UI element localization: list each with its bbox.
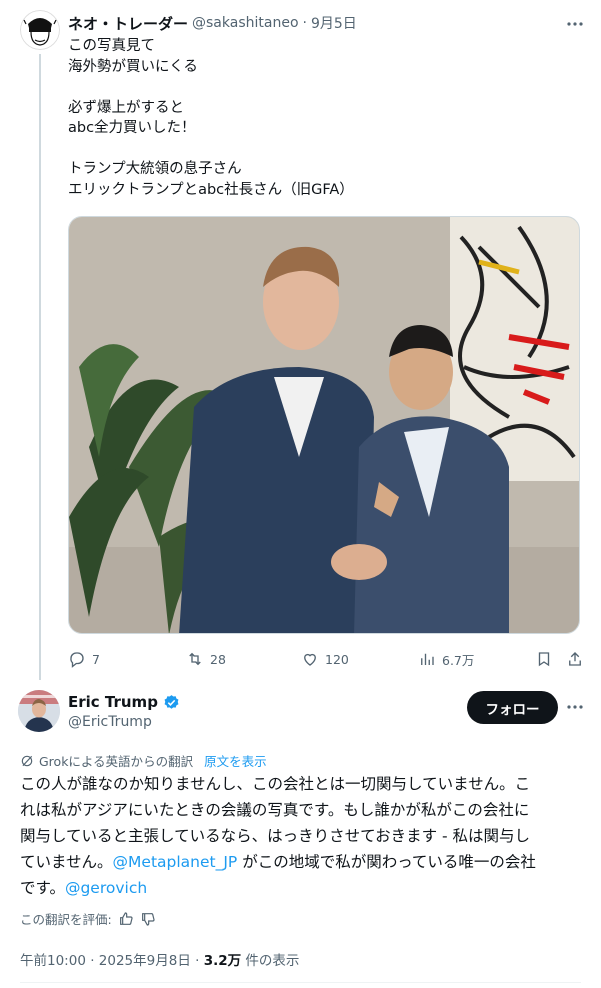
first-tweet-handle[interactable]: @sakashitaneo [192,15,299,31]
first-tweet-text: この写真見て 海外勢が買いにくる 必ず爆上がすると abc全力買いした！ トラン… [68,36,578,200]
views-icon [421,653,434,665]
first-tweet-date[interactable]: 9月5日 [311,13,357,33]
body-text: 関与していると主張しているなら、はっきりさせておきます - 私は関与し [20,827,531,845]
second-tweet-text: この人が誰なのか知りませんし、この会社とは一切関与していません。こ れは私がアジア… [20,771,588,901]
body-text: がこの地域で私が関わっている唯一の会社 [237,853,536,871]
reply-icon [70,652,84,668]
rate-translation-row: この翻訳を評価: [20,909,156,928]
like-icon [304,653,316,666]
second-tweet-handle[interactable]: @EricTrump [68,714,152,730]
neo-trader-avatar[interactable] [20,10,60,50]
share-icon [569,652,581,666]
first-tweet-blank-line [68,139,578,160]
reply-button[interactable]: 7 [68,647,100,671]
first-tweet-separator: · [302,15,307,31]
thread-connector-line [39,54,41,680]
follow-button[interactable]: フォロー [467,691,558,724]
first-tweet: ネオ・トレーダー @sakashitaneo · 9月5日 この写真見て 海外勢… [0,0,601,680]
rate-translation-label: この翻訳を評価: [20,912,112,927]
bookmark-icon [538,652,550,667]
views-count: 6.7万 [442,652,475,668]
first-tweet-line: 必ず爆上がすると [68,99,184,116]
show-original-link[interactable]: 原文を表示 [204,751,267,770]
first-tweet-line: トランプ大統領の息子さん [68,161,242,177]
tweet-photo[interactable] [68,216,580,634]
second-tweet-line: ていません。@Metaplanet_JP がこの地域で私が関わっている唯一の会社 [20,849,588,875]
body-text: ていません。 [20,853,113,871]
first-tweet-line: エリックトランプとabc社長さん（旧GFA） [68,181,354,198]
second-tweet-line: れは私がアジアにいたときの会議の写真です。もし誰かが私がこの会社に [20,797,588,823]
first-tweet-actions: 7 28 120 6.7万 [68,647,588,671]
reply-count: 7 [92,651,100,667]
timestamp-row: 午前10:00 · 2025年9月8日 · 3.2万 件の表示 [20,949,299,969]
first-tweet-header: ネオ・トレーダー @sakashitaneo · 9月5日 [68,13,357,33]
mention-link[interactable]: @Metaplanet_JP [113,853,238,871]
second-tweet-display-name[interactable]: Eric Trump [68,693,158,711]
thumbs-up-icon[interactable] [118,911,134,927]
translation-notice: Grokによる英語からの翻訳 原文を表示 [20,751,267,770]
bookmark-button[interactable] [535,647,553,671]
first-tweet-line: この写真見て [68,38,155,54]
share-button[interactable] [566,647,584,671]
first-tweet-blank-line [68,77,578,98]
thumbs-down-icon[interactable] [140,911,156,927]
second-tweet-line: 関与していると主張しているなら、はっきりさせておきます - 私は関与し [20,823,588,849]
views-button[interactable]: 6.7万 [418,647,474,671]
like-count: 120 [325,651,349,667]
eric-trump-name-row: Eric Trump [68,693,180,711]
view-suffix: 件の表示 [241,953,300,969]
body-text: この人が誰なのか知りませんし、この会社とは一切関与していません。こ [20,775,531,793]
tweet-timestamp[interactable]: 午前10:00 · 2025年9月8日 · [20,953,204,969]
repost-icon [189,652,201,666]
more-icon[interactable] [565,14,585,34]
like-button[interactable]: 120 [301,647,349,671]
repost-count: 28 [210,651,226,667]
verified-badge-icon [164,694,179,709]
view-count: 3.2万 [203,953,242,969]
divider [20,982,581,983]
repost-button[interactable]: 28 [186,647,226,671]
translation-note: Grokによる英語からの翻訳 [39,754,194,769]
grok-icon [21,755,33,766]
body-text: れは私がアジアにいたときの会議の写真です。もし誰かが私がこの会社に [20,801,530,819]
first-tweet-line: abc全力買いした！ [68,120,196,136]
second-tweet-line: この人が誰なのか知りませんし、この会社とは一切関与していません。こ [20,771,588,797]
first-tweet-display-name[interactable]: ネオ・トレーダー [68,13,188,34]
eric-trump-avatar[interactable] [18,690,60,732]
second-tweet-line: です。@gerovich [20,875,588,901]
more-icon[interactable] [565,697,585,717]
body-text: です。 [20,879,65,897]
mention-link[interactable]: @gerovich [65,879,147,897]
first-tweet-line: 海外勢が買いにくる [68,58,198,75]
